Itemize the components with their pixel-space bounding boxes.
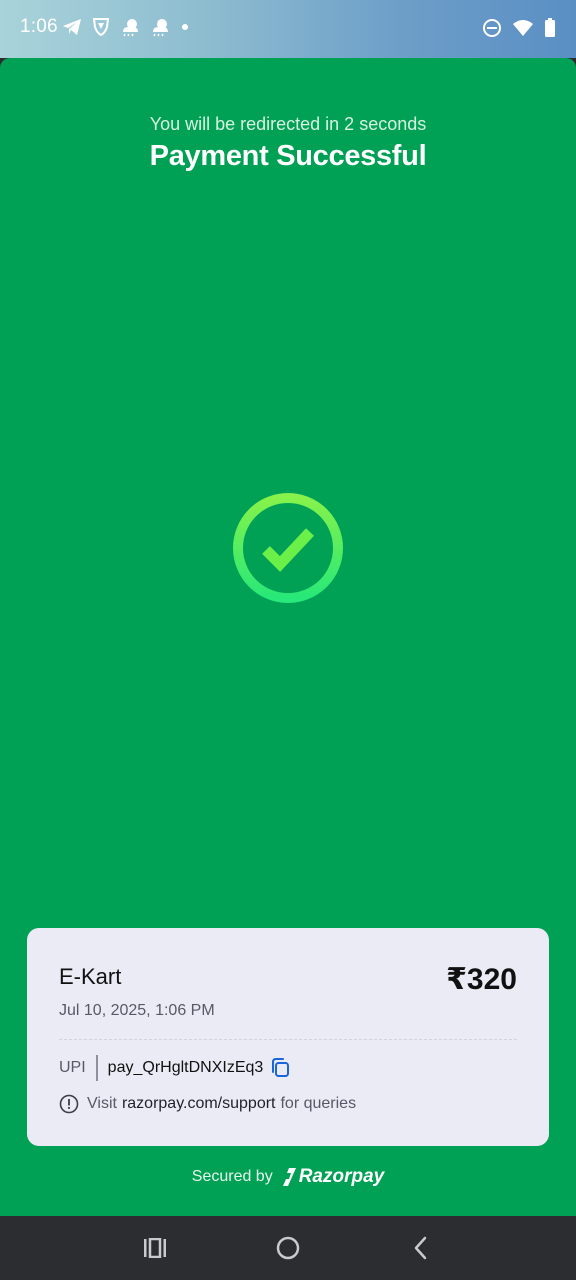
support-suffix: for queries [280, 1095, 357, 1112]
payment-success-screen: 1:06 You will be redirected in 2 seconds… [0, 0, 576, 1280]
status-bar: 1:06 [0, 0, 576, 58]
wifi-icon [512, 19, 534, 42]
cloud-weather-icon [150, 17, 170, 37]
transaction-date: Jul 10, 2025, 1:06 PM [59, 1002, 215, 1019]
check-circle-icon [230, 490, 346, 606]
razorpay-logo: Razorpay [282, 1166, 385, 1188]
page-title: Payment Successful [149, 140, 427, 172]
notification-icons [62, 17, 190, 37]
payment-method-row: UPI pay_QrHgltDNXIzEq3 [59, 1054, 291, 1082]
battery-icon [544, 18, 556, 43]
do-not-disturb-icon [482, 18, 502, 43]
payment-amount: ₹320 [446, 963, 517, 996]
razorpay-mark-icon [282, 1168, 296, 1186]
receipt-card: E-Kart ₹320 Jul 10, 2025, 1:06 PM UPI pa… [27, 928, 549, 1146]
copy-icon[interactable] [269, 1057, 291, 1079]
system-icons [482, 18, 556, 43]
back-button[interactable] [405, 1234, 437, 1262]
recents-button[interactable] [139, 1234, 171, 1262]
redirect-message: You will be redirected in 2 seconds [149, 114, 427, 134]
back-icon [414, 1236, 427, 1260]
payment-id: pay_QrHgltDNXIzEq3 [107, 1059, 264, 1076]
system-nav-bar [0, 1216, 576, 1280]
support-link[interactable]: razorpay.com/support [122, 1095, 276, 1113]
razorpay-brand-text: Razorpay [298, 1166, 385, 1187]
payment-status-panel: You will be redirected in 2 seconds Paym… [0, 58, 576, 1216]
home-button[interactable] [272, 1234, 304, 1262]
merchant-name: E-Kart [59, 964, 122, 989]
vpn-shield-icon [92, 17, 110, 37]
home-icon [276, 1236, 300, 1260]
support-info: Visit razorpay.com/support for queries [59, 1094, 356, 1114]
recents-icon [144, 1238, 166, 1258]
dashed-divider [59, 1039, 517, 1040]
secured-label: Secured by [191, 1168, 273, 1185]
support-prefix: Visit [87, 1095, 117, 1112]
cloud-weather-icon [120, 17, 140, 37]
dot-icon [180, 22, 190, 32]
telegram-icon [62, 18, 82, 36]
separator [95, 1055, 98, 1081]
info-icon [59, 1094, 79, 1114]
status-time: 1:06 [20, 16, 58, 37]
secured-by: Secured by Razorpay [0, 1166, 576, 1188]
payment-method-label: UPI [59, 1059, 86, 1076]
